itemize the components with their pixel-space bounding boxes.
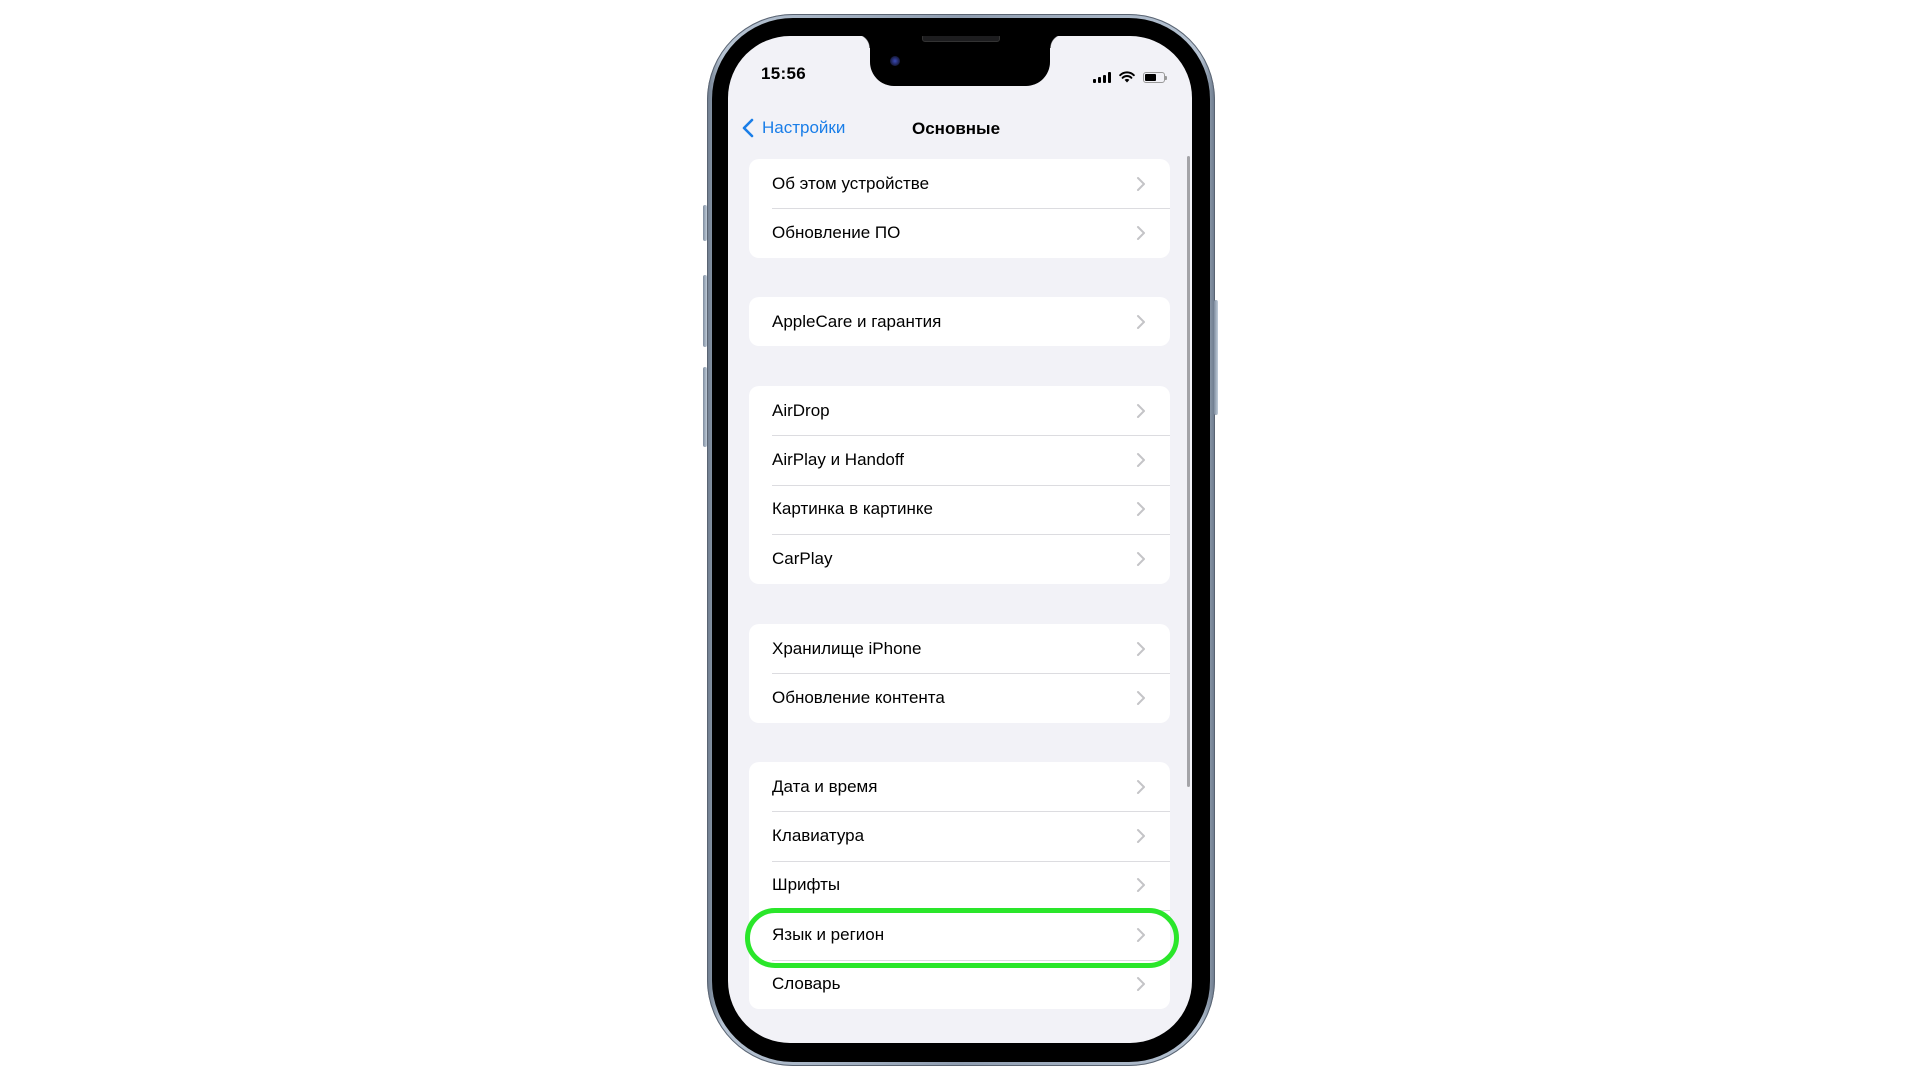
settings-row-label: Словарь [772, 974, 841, 994]
settings-row[interactable]: Хранилище iPhone [749, 624, 1170, 673]
chevron-right-icon [1137, 551, 1145, 566]
settings-group: AirDrop AirPlay и Handoff Картинка в карти… [749, 386, 1170, 584]
settings-group: Об этом устройстве Обновление ПО [749, 159, 1170, 258]
chevron-right-icon [1137, 641, 1145, 656]
chevron-right-icon [1137, 878, 1145, 893]
settings-row[interactable]: Язык и регион [749, 910, 1170, 959]
page-title: Основные [912, 119, 1001, 138]
settings-row[interactable]: Словарь [749, 959, 1170, 1009]
settings-row[interactable]: Об этом устройстве [749, 159, 1170, 208]
navigation-bar: Настройки Основные [728, 108, 1192, 150]
battery-fill [1145, 73, 1156, 81]
chevron-right-icon [1137, 927, 1145, 942]
back-label: Настройки [762, 118, 846, 137]
notch [856, 36, 1064, 86]
settings-row-label: Дата и время [772, 776, 878, 796]
settings-row-label: Картинка в картинке [772, 499, 933, 519]
status-icons [1093, 70, 1167, 84]
earpiece-speaker [922, 36, 1000, 42]
chevron-right-icon [1137, 829, 1145, 844]
phone-screen: 15:56 Настройки Основные Об этом устройс… [728, 36, 1192, 1043]
wifi-icon [1119, 71, 1135, 83]
chevron-right-icon [1137, 453, 1145, 468]
scrollbar[interactable] [1187, 156, 1190, 787]
back-button[interactable]: Настройки [742, 118, 845, 138]
chevron-right-icon [1137, 176, 1145, 191]
settings-row[interactable]: Клавиатура [749, 811, 1170, 860]
settings-row-label: Хранилище iPhone [772, 638, 922, 658]
settings-group: Дата и время Клавиатура Шрифты Язык и регио… [749, 762, 1170, 1009]
power-button [1214, 300, 1218, 415]
chevron-right-icon [1137, 314, 1145, 329]
settings-row-label: AppleCare и гарантия [772, 311, 942, 331]
settings-row-label: Язык и регион [772, 924, 885, 944]
chevron-right-icon [1137, 779, 1145, 794]
settings-row[interactable]: Обновление контента [749, 673, 1170, 722]
settings-group: AppleCare и гарантия [749, 297, 1170, 347]
chevron-right-icon [1137, 403, 1145, 418]
volume-down-button [703, 367, 707, 447]
chevron-right-icon [1137, 691, 1145, 706]
settings-row-label: CarPlay [772, 548, 833, 568]
cellular-signal-icon [1093, 71, 1111, 83]
status-time: 15:56 [761, 64, 806, 83]
settings-row[interactable]: AppleCare и гарантия [749, 297, 1170, 346]
chevron-right-icon [1137, 226, 1145, 241]
volume-up-button [703, 275, 707, 347]
settings-row-label: Обновление ПО [772, 223, 901, 243]
settings-row-label: Обновление контента [772, 688, 945, 708]
settings-row[interactable]: Картинка в картинке [749, 484, 1170, 534]
settings-row-label: AirPlay и Handoff [772, 450, 905, 470]
action-button [703, 205, 707, 241]
settings-row[interactable]: AirDrop [749, 386, 1170, 435]
settings-group: Хранилище iPhone Обновление контента [749, 624, 1170, 723]
settings-row[interactable]: CarPlay [749, 534, 1170, 583]
settings-row-label: Шрифты [772, 875, 841, 895]
settings-row-label: AirDrop [772, 400, 830, 420]
settings-row[interactable]: Обновление ПО [749, 208, 1170, 257]
settings-row[interactable]: Шрифты [749, 860, 1170, 910]
chevron-left-icon [742, 118, 754, 138]
battery-icon [1143, 71, 1167, 83]
settings-row-label: Об этом устройстве [772, 173, 930, 193]
front-camera-icon [890, 56, 900, 66]
settings-row-label: Клавиатура [772, 826, 865, 846]
settings-row[interactable]: AirPlay и Handoff [749, 435, 1170, 484]
chevron-right-icon [1137, 977, 1145, 992]
chevron-right-icon [1137, 502, 1145, 517]
settings-row[interactable]: Дата и время [749, 762, 1170, 811]
